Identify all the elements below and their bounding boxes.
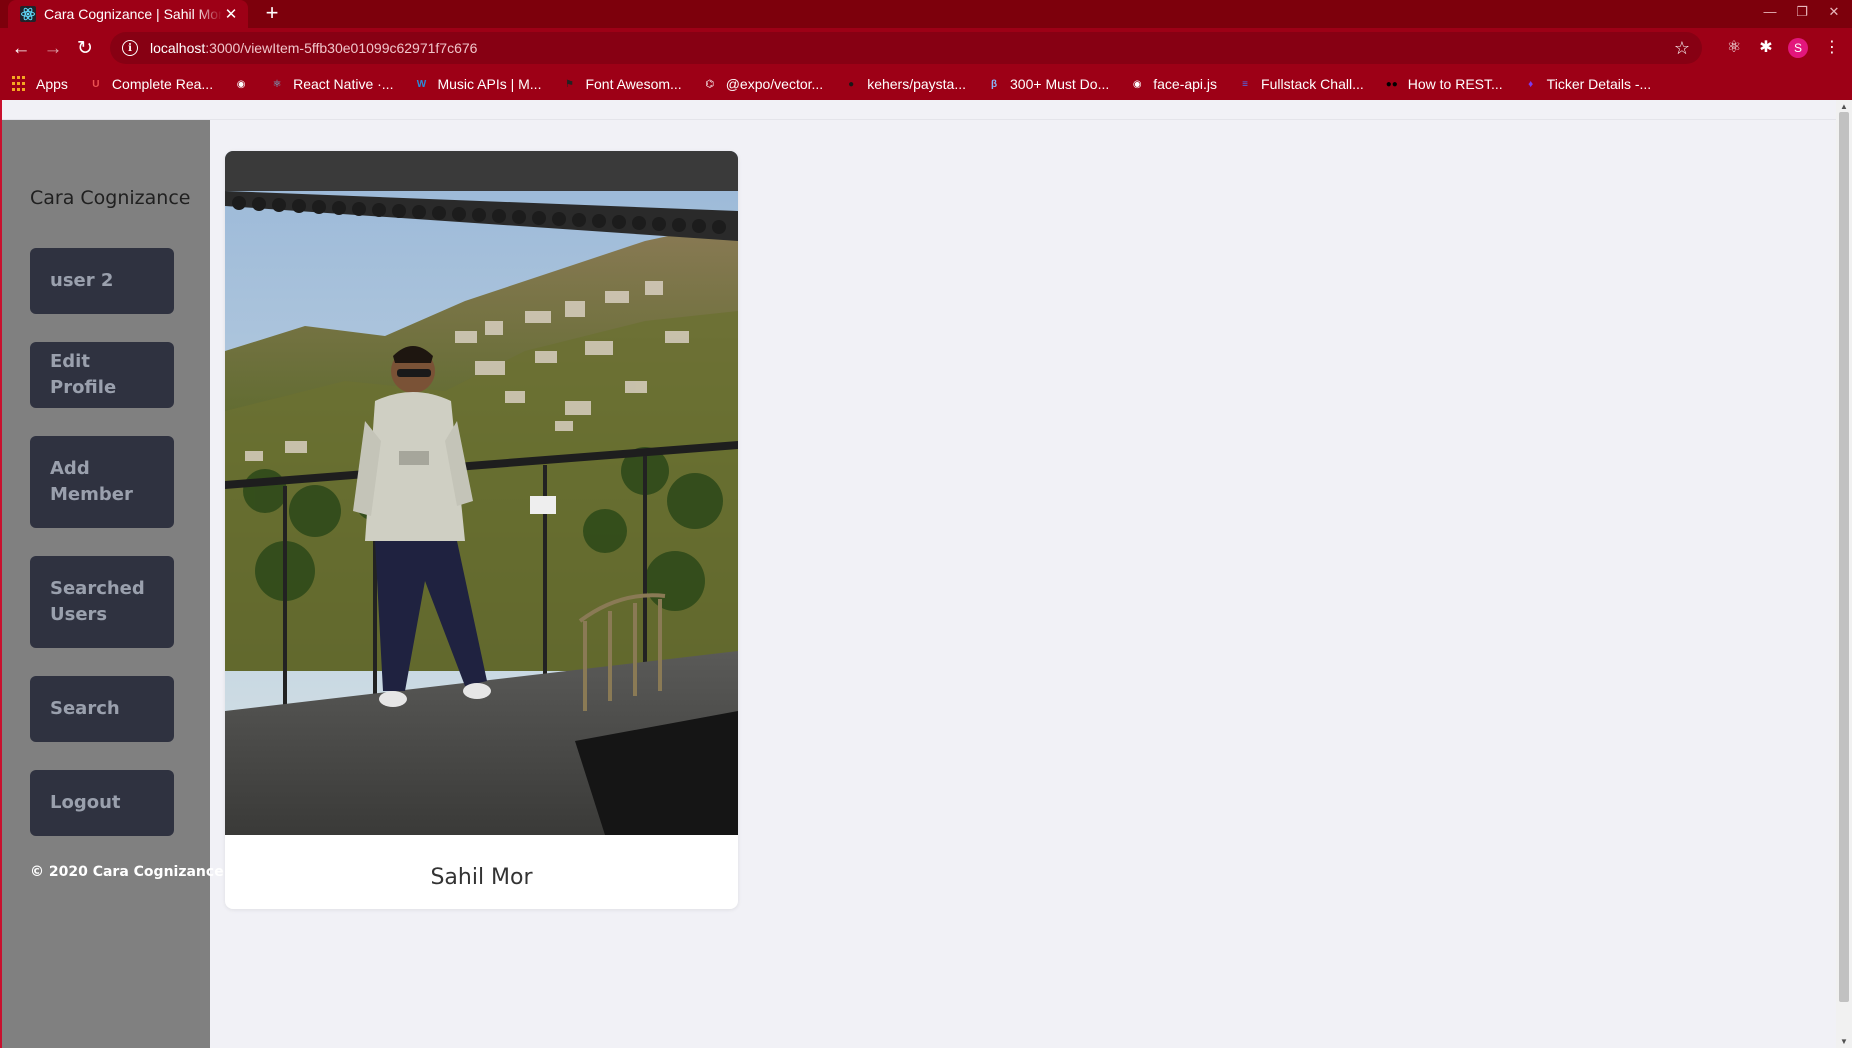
bookmark-label: Ticker Details -... <box>1546 76 1652 92</box>
browser-tabstrip: Cara Cognizance | Sahil Mor ✕ + — ❐ ✕ <box>0 0 1852 28</box>
url-path: :3000/viewItem-5ffb30e01099c62971f7c676 <box>205 40 478 56</box>
bookmark-item[interactable]: ● kehers/paysta... <box>843 76 966 92</box>
sidebar-item-search[interactable]: Search <box>30 676 174 742</box>
sidebar-item-label: Edit Profile <box>50 351 117 398</box>
sidebar-item-label: Searched Users <box>50 578 145 625</box>
url-host: localhost <box>150 40 206 56</box>
bulb-icon: ♦ <box>1528 78 1534 90</box>
bookmark-item[interactable]: ⚑ Font Awesom... <box>561 76 682 92</box>
bookmark-label: face-api.js <box>1153 76 1218 92</box>
scroll-down-icon[interactable]: ▼ <box>1840 1037 1848 1046</box>
sidebar-item-searched-users[interactable]: Searched Users <box>30 556 174 648</box>
globe-icon: ◉ <box>1132 78 1142 90</box>
bookmark-label: kehers/paysta... <box>867 76 967 92</box>
sidebar-item-label: Add Member <box>50 458 133 505</box>
sidebar-item-label: Search <box>50 698 120 719</box>
browser-menu-icon[interactable]: ⋮ <box>1820 36 1844 60</box>
medium-icon: ●● <box>1385 78 1398 90</box>
bookmark-label: @expo/vector... <box>725 76 824 92</box>
forward-icon[interactable]: → <box>40 36 66 62</box>
bookmark-label: Font Awesom... <box>585 76 682 92</box>
bookmark-item[interactable]: ⌬ @expo/vector... <box>702 76 823 92</box>
browser-toolbar: ← → ↻ i localhost:3000/viewItem-5ffb30e0… <box>0 28 1852 68</box>
sidebar-item-edit-profile[interactable]: Edit Profile <box>30 342 174 408</box>
scroll-thumb[interactable] <box>1839 112 1849 1002</box>
close-window-icon[interactable]: ✕ <box>1822 4 1846 24</box>
beta-icon: β <box>990 78 998 90</box>
bookmark-label: Apps <box>36 76 68 92</box>
wordpress-icon: W <box>416 78 427 90</box>
flag-icon: ⚑ <box>564 78 574 90</box>
page-scrollbar[interactable]: ▲ ▼ <box>1836 100 1852 1048</box>
sidebar-item-logout[interactable]: Logout <box>30 770 174 836</box>
react-devtools-icon[interactable]: ⚛ <box>1722 36 1746 60</box>
sidebar-brand: Cara Cognizance <box>30 187 191 209</box>
scroll-up-icon[interactable]: ▲ <box>1840 102 1848 111</box>
page-top-strip <box>0 100 1836 120</box>
close-tab-icon[interactable]: ✕ <box>222 5 240 23</box>
site-info-icon[interactable]: i <box>122 40 138 56</box>
globe-icon: ◉ <box>236 78 246 90</box>
sidebar-item-label: user 2 <box>50 270 114 291</box>
bookmark-label: Fullstack Chall... <box>1261 76 1364 92</box>
copyright-text: © 2020 Cara Cognizance <box>30 864 224 880</box>
bookmark-label: Complete Rea... <box>111 76 214 92</box>
bookmark-item[interactable]: ◉ face-api.js <box>1129 76 1217 92</box>
bookmark-item[interactable]: Apps <box>12 76 68 92</box>
bookmark-label: 300+ Must Do... <box>1010 76 1110 92</box>
reload-icon[interactable]: ↻ <box>72 36 98 62</box>
profile-card[interactable]: Sahil Mor <box>225 151 738 909</box>
expo-icon: ⌬ <box>705 78 715 90</box>
profile-name: Sahil Mor <box>430 865 533 890</box>
page-viewport: Cara Cognizance user 2 Edit Profile Add … <box>0 100 1852 1048</box>
bookmark-label: Music APIs | M... <box>437 76 542 92</box>
back-icon[interactable]: ← <box>8 36 34 62</box>
bookmark-item[interactable]: ♦ Ticker Details -... <box>1523 76 1652 92</box>
bookmark-item[interactable]: ◉ <box>233 76 257 92</box>
bookmark-item[interactable]: ≡ Fullstack Chall... <box>1237 76 1364 92</box>
sidebar-item-add-member[interactable]: Add Member <box>30 436 174 528</box>
bookmark-label: How to REST... <box>1407 76 1503 92</box>
restore-window-icon[interactable]: ❐ <box>1790 4 1814 24</box>
minimize-window-icon[interactable]: — <box>1758 4 1782 24</box>
bookmark-item[interactable]: ⚛ React Native ·... <box>269 76 394 92</box>
tab-title: Cara Cognizance | Sahil Mor <box>44 6 222 22</box>
bookmark-item[interactable]: W Music APIs | M... <box>413 76 542 92</box>
github-icon: ● <box>848 78 855 90</box>
address-bar[interactable]: i localhost:3000/viewItem-5ffb30e01099c6… <box>110 32 1702 64</box>
doc-icon: ≡ <box>1242 78 1248 90</box>
profile-photo <box>225 151 738 835</box>
sidebar-item-user[interactable]: user 2 <box>30 248 174 314</box>
bookmarks-bar: Apps U Complete Rea... ◉ ⚛ React Native ·... W… <box>0 68 1852 100</box>
sidebar: Cara Cognizance user 2 Edit Profile Add … <box>2 120 224 1048</box>
bookmark-star-icon[interactable]: ☆ <box>1674 38 1690 59</box>
browser-tab-active[interactable]: Cara Cognizance | Sahil Mor ✕ <box>8 0 248 28</box>
react-favicon-icon <box>20 6 36 22</box>
bookmark-label: React Native ·... <box>293 76 394 92</box>
profile-avatar[interactable]: S <box>1788 38 1808 58</box>
bookmark-item[interactable]: U Complete Rea... <box>88 76 213 92</box>
react-icon: ⚛ <box>272 78 282 90</box>
new-tab-button[interactable]: + <box>260 2 284 26</box>
udemy-icon: U <box>92 78 100 90</box>
bookmark-item[interactable]: ●● How to REST... <box>1384 76 1503 92</box>
bookmark-item[interactable]: β 300+ Must Do... <box>986 76 1109 92</box>
extensions-puzzle-icon[interactable]: ✱ <box>1754 36 1778 60</box>
sidebar-item-label: Logout <box>50 792 121 813</box>
apps-grid-icon <box>12 76 28 92</box>
